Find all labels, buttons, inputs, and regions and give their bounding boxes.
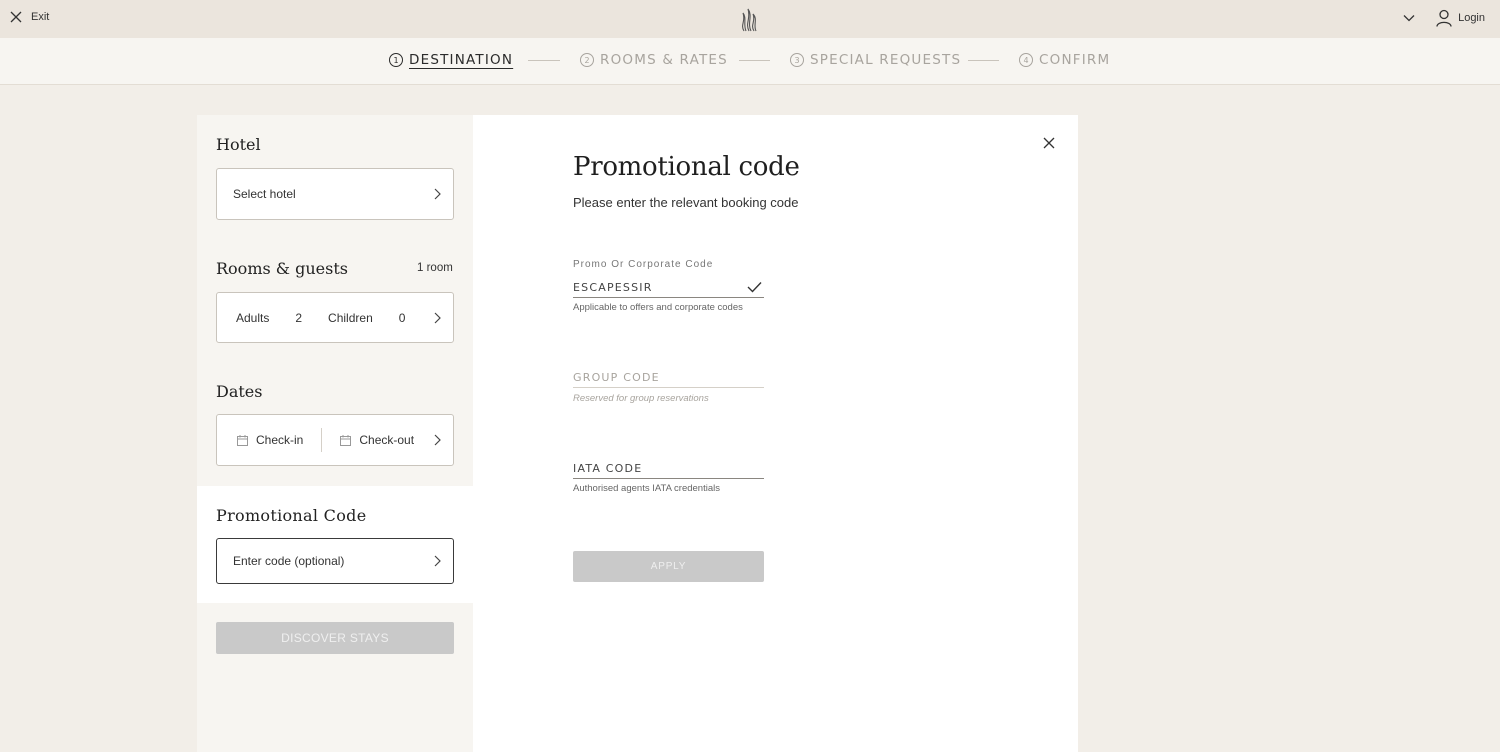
- checkmark-icon: [747, 282, 762, 293]
- group-code-input[interactable]: [573, 370, 764, 388]
- step-separator: [968, 60, 999, 61]
- step-label: DESTINATION: [409, 52, 514, 68]
- modal-subtitle: Please enter the relevant booking code: [573, 195, 799, 210]
- step-label: SPECIAL REQUESTS: [810, 52, 962, 68]
- iata-help-text: Authorised agents IATA credentials: [573, 483, 720, 494]
- rooms-count: 1 room: [417, 262, 453, 274]
- adults-value: 2: [295, 310, 303, 325]
- login-label: Login: [1458, 12, 1485, 24]
- dates-select[interactable]: Check-in Check-out: [216, 414, 454, 466]
- promo-help-text: Applicable to offers and corporate codes: [573, 302, 743, 313]
- apply-button[interactable]: APPLY: [573, 551, 764, 582]
- checkin-label: Check-in: [256, 433, 304, 447]
- step-destination[interactable]: 1 DESTINATION: [389, 52, 513, 68]
- step-separator: [528, 60, 560, 61]
- promo-title: Promotional Code: [216, 506, 367, 525]
- exit-button[interactable]: Exit: [10, 11, 49, 23]
- iata-code-input[interactable]: [573, 461, 764, 479]
- calendar-icon: [237, 434, 248, 446]
- step-special-requests[interactable]: 3 SPECIAL REQUESTS: [790, 52, 961, 68]
- step-label: ROOMS & RATES: [600, 52, 728, 68]
- top-bar: Exit Login: [0, 0, 1500, 38]
- hotel-placeholder: Select hotel: [233, 187, 296, 201]
- step-number: 3: [790, 53, 804, 67]
- close-icon: [10, 11, 22, 23]
- rooms-guests-title: Rooms & guests: [216, 259, 348, 278]
- step-label: CONFIRM: [1039, 52, 1111, 68]
- children-label: Children: [328, 310, 373, 325]
- step-number: 2: [580, 53, 594, 67]
- top-right-controls: Login: [1402, 9, 1485, 27]
- rooms-guests-select[interactable]: Adults 2 Children 0: [216, 292, 454, 343]
- children-value: 0: [398, 310, 406, 325]
- chevron-down-icon[interactable]: [1402, 11, 1416, 25]
- chevron-right-icon: [434, 555, 441, 567]
- booking-steps: [0, 38, 1500, 85]
- step-confirm[interactable]: 4 CONFIRM: [1019, 52, 1110, 68]
- promo-code-input[interactable]: [573, 280, 764, 298]
- login-button[interactable]: Login: [1436, 9, 1485, 27]
- promo-code-panel: [473, 115, 1078, 752]
- group-help-text: Reserved for group reservations: [573, 393, 709, 404]
- chevron-right-icon: [434, 188, 441, 200]
- promo-placeholder: Enter code (optional): [233, 554, 345, 568]
- checkout-label: Check-out: [359, 433, 415, 447]
- step-rooms-rates[interactable]: 2 ROOMS & RATES: [580, 52, 728, 68]
- dates-title: Dates: [216, 382, 263, 401]
- step-separator: [739, 60, 770, 61]
- calendar-icon: [340, 434, 352, 446]
- adults-label: Adults: [236, 310, 270, 325]
- chevron-right-icon: [434, 312, 441, 323]
- step-number: 1: [389, 53, 403, 67]
- chevron-right-icon: [434, 434, 441, 446]
- step-number: 4: [1019, 53, 1033, 67]
- divider: [321, 428, 323, 452]
- modal-title: Promotional code: [573, 152, 800, 182]
- exit-label: Exit: [31, 11, 50, 23]
- close-icon[interactable]: [1043, 137, 1055, 149]
- user-icon: [1436, 9, 1452, 27]
- promo-code-select[interactable]: Enter code (optional): [216, 538, 454, 584]
- hotel-title: Hotel: [216, 135, 261, 154]
- promo-field-label: Promo Or Corporate Code: [573, 259, 714, 270]
- flame-logo-icon: [742, 8, 757, 32]
- discover-stays-button[interactable]: DISCOVER STAYS: [216, 622, 454, 654]
- hotel-select[interactable]: Select hotel: [216, 168, 454, 220]
